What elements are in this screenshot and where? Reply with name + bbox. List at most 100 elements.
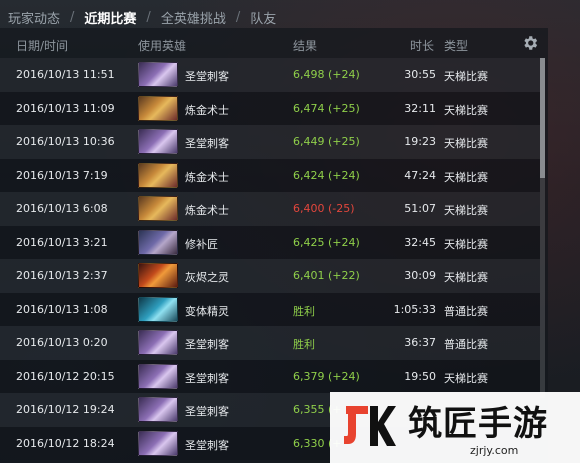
match-date: 2016/10/13 11:51 <box>16 68 115 81</box>
templar-assassin-portrait[interactable] <box>138 363 178 389</box>
match-row[interactable]: 2016/10/13 11:09 炼金术士 6,474 (+25) 32:11 天梯比赛 <box>0 91 540 125</box>
header-date[interactable]: 日期/时间 <box>16 37 68 54</box>
watermark-logo <box>344 406 396 446</box>
match-result: 胜利 <box>293 304 315 318</box>
match-type: 天梯比赛 <box>444 103 488 117</box>
match-hero-name: 圣堂刺客 <box>185 438 229 452</box>
hero-portrait-group <box>138 430 178 456</box>
match-type: 天梯比赛 <box>444 237 488 251</box>
hero-portrait-group <box>138 397 178 422</box>
match-duration: 30:55 <box>404 68 436 81</box>
tab-teammates[interactable]: 队友 <box>242 8 284 27</box>
alchemist-portrait[interactable] <box>138 95 178 121</box>
hero-portrait-group <box>138 229 178 255</box>
match-hero-name: 圣堂刺客 <box>185 70 229 83</box>
match-duration: 19:23 <box>404 135 436 148</box>
hero-portrait-group <box>138 196 178 221</box>
match-duration: 32:11 <box>404 101 436 115</box>
header-duration[interactable]: 时长 <box>410 37 434 54</box>
match-duration: 30:09 <box>404 269 436 282</box>
match-date: 2016/10/13 11:09 <box>16 101 115 115</box>
nav-separator: / <box>235 9 241 25</box>
match-hero-name: 修补匠 <box>185 237 218 251</box>
match-row[interactable]: 2016/10/13 6:08 炼金术士 6,400 (-25) 51:07 天梯比赛 <box>0 192 540 226</box>
match-hero-name: 圣堂刺客 <box>185 371 229 385</box>
tab-recent-matches[interactable]: 近期比赛 <box>76 8 144 27</box>
watermark: 筑匠手游 zjrjy.com <box>330 392 580 463</box>
match-row[interactable]: 2016/10/13 2:37 灰烬之灵 6,401 (+22) 30:09 天梯比赛 <box>0 259 540 293</box>
match-row[interactable]: 2016/10/13 7:19 炼金术士 6,424 (+24) 47:24 天梯比赛 <box>0 158 540 192</box>
templar-assassin-portrait[interactable] <box>138 330 178 355</box>
gear-icon[interactable] <box>520 34 540 54</box>
alchemist-portrait[interactable] <box>138 162 178 188</box>
match-result: 6,498 (+24) <box>293 68 360 81</box>
match-date: 2016/10/12 18:24 <box>16 436 115 450</box>
tab-all-hero-challenge[interactable]: 全英雄挑战 <box>153 8 234 27</box>
match-type: 天梯比赛 <box>444 204 488 217</box>
watermark-url: zjrjy.com <box>470 444 519 457</box>
match-row[interactable]: 2016/10/13 3:21 修补匠 6,425 (+24) 32:45 天梯比赛 <box>0 225 540 259</box>
match-result: 胜利 <box>293 338 315 351</box>
hero-portrait-group <box>138 162 178 188</box>
templar-assassin-portrait[interactable] <box>138 129 178 154</box>
match-row[interactable]: 2016/10/13 0:20 圣堂刺客 胜利 36:37 普通比赛 <box>0 326 540 360</box>
match-hero-name: 圣堂刺客 <box>185 137 229 150</box>
gear-icon-svg <box>524 36 538 50</box>
match-result: 6,425 (+24) <box>293 235 360 249</box>
morphling-portrait[interactable] <box>138 296 178 322</box>
hero-portrait-group <box>138 95 178 121</box>
scrollbar[interactable] <box>540 58 545 398</box>
match-type: 天梯比赛 <box>444 137 488 150</box>
match-date: 2016/10/13 2:37 <box>16 269 108 282</box>
match-row[interactable]: 2016/10/13 1:08 变体精灵 胜利 1:05:33 普通比赛 <box>0 292 540 326</box>
match-duration: 19:50 <box>404 369 436 383</box>
match-type: 天梯比赛 <box>444 70 488 83</box>
scrollbar-thumb[interactable] <box>540 58 545 178</box>
header-result[interactable]: 结果 <box>293 37 317 54</box>
table-header: 日期/时间 使用英雄 结果 时长 类型 <box>0 34 548 56</box>
match-hero-name: 变体精灵 <box>185 304 229 318</box>
match-date: 2016/10/13 10:36 <box>16 135 115 148</box>
nav-separator: / <box>146 9 151 25</box>
match-result: 6,449 (+25) <box>293 135 360 148</box>
templar-assassin-portrait[interactable] <box>138 62 178 87</box>
alchemist-portrait[interactable] <box>138 196 178 221</box>
header-type[interactable]: 类型 <box>444 37 468 54</box>
match-result: 6,400 (-25) <box>293 202 355 215</box>
hero-portrait-group <box>138 129 178 154</box>
tinker-portrait[interactable] <box>138 229 178 255</box>
match-hero-name: 圣堂刺客 <box>185 405 229 418</box>
ember-spirit-portrait[interactable] <box>138 263 178 288</box>
match-hero-name: 圣堂刺客 <box>185 338 229 351</box>
templar-assassin-portrait[interactable] <box>138 430 178 456</box>
match-result: 6,474 (+25) <box>293 101 360 115</box>
match-hero-name: 炼金术士 <box>185 103 229 117</box>
nav-separator: / <box>70 9 75 25</box>
header-hero[interactable]: 使用英雄 <box>138 37 186 54</box>
match-date: 2016/10/13 3:21 <box>16 235 108 249</box>
hero-portrait-group <box>138 363 178 389</box>
match-result: 6,401 (+22) <box>293 269 360 282</box>
match-result: 6,379 (+24) <box>293 369 360 383</box>
match-duration: 36:37 <box>404 336 436 349</box>
match-duration: 32:45 <box>404 235 436 249</box>
hero-portrait-group <box>138 263 178 288</box>
match-row[interactable]: 2016/10/13 10:36 圣堂刺客 6,449 (+25) 19:23 天梯比赛 <box>0 125 540 159</box>
templar-assassin-portrait[interactable] <box>138 397 178 422</box>
match-date: 2016/10/12 20:15 <box>16 369 115 383</box>
match-date: 2016/10/12 19:24 <box>16 403 115 416</box>
match-type: 普通比赛 <box>444 304 488 318</box>
hero-portrait-group <box>138 296 178 322</box>
match-hero-name: 炼金术士 <box>185 170 229 184</box>
tab-player-activity[interactable]: 玩家动态 <box>0 8 68 27</box>
match-duration: 47:24 <box>404 168 436 182</box>
match-date: 2016/10/13 1:08 <box>16 302 108 316</box>
hero-portrait-group <box>138 62 178 87</box>
match-date: 2016/10/13 6:08 <box>16 202 108 215</box>
match-row[interactable]: 2016/10/12 20:15 圣堂刺客 6,379 (+24) 19:50 天梯比赛 <box>0 359 540 393</box>
watermark-title: 筑匠手游 <box>408 404 548 444</box>
match-row[interactable]: 2016/10/13 11:51 圣堂刺客 6,498 (+24) 30:55 天梯比赛 <box>0 58 540 92</box>
match-type: 天梯比赛 <box>444 170 488 184</box>
match-type: 普通比赛 <box>444 338 488 351</box>
match-date: 2016/10/13 0:20 <box>16 336 108 349</box>
